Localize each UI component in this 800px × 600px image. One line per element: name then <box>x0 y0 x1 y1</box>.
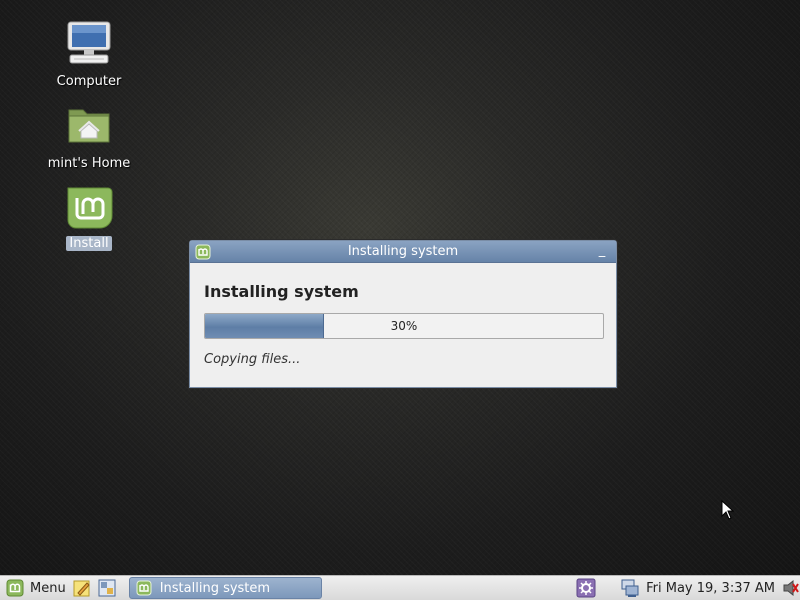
dialog-title: Installing system <box>347 244 459 259</box>
notes-icon[interactable] <box>72 578 92 598</box>
mint-logo-icon <box>6 579 24 597</box>
volume-icon[interactable] <box>783 579 799 597</box>
network-icon[interactable] <box>620 578 640 598</box>
status-text: Copying files... <box>204 352 301 367</box>
desktop-icon-home[interactable]: mint's Home <box>39 104 139 171</box>
desktop-icon-label: Install <box>66 236 112 251</box>
progress-bar: 30% <box>204 313 604 339</box>
install-progress-dialog: Installing system _ Installing system 30… <box>189 240 617 388</box>
desktop-icon-install[interactable]: Install <box>39 186 139 251</box>
mouse-pointer-icon <box>721 499 735 520</box>
taskbar-window-label: Installing system <box>159 580 271 596</box>
desktop-icon-label: Computer <box>56 74 122 89</box>
menu-label: Menu <box>30 580 66 596</box>
desktop-switch-icon[interactable] <box>97 578 117 598</box>
menu-button[interactable]: Menu <box>6 577 66 599</box>
desktop-icon-computer[interactable]: Computer <box>39 20 139 89</box>
computer-icon <box>64 20 114 66</box>
home-folder-icon <box>64 104 114 146</box>
mint-logo-icon <box>136 580 152 596</box>
dialog-titlebar[interactable]: Installing system _ <box>190 241 616 263</box>
progress-label: 30% <box>390 319 418 333</box>
desktop-icon-label: mint's Home <box>47 156 131 171</box>
mint-install-icon <box>64 186 114 230</box>
settings-icon[interactable] <box>576 578 596 598</box>
clock[interactable]: Fri May 19, 3:37 AM <box>646 581 775 596</box>
minimize-button[interactable]: _ <box>596 243 608 258</box>
dialog-heading: Installing system <box>204 282 359 301</box>
taskbar: Menu Installing system Fri May 19, 3:37 … <box>0 575 800 600</box>
taskbar-window-installing-system[interactable]: Installing system <box>128 577 322 599</box>
